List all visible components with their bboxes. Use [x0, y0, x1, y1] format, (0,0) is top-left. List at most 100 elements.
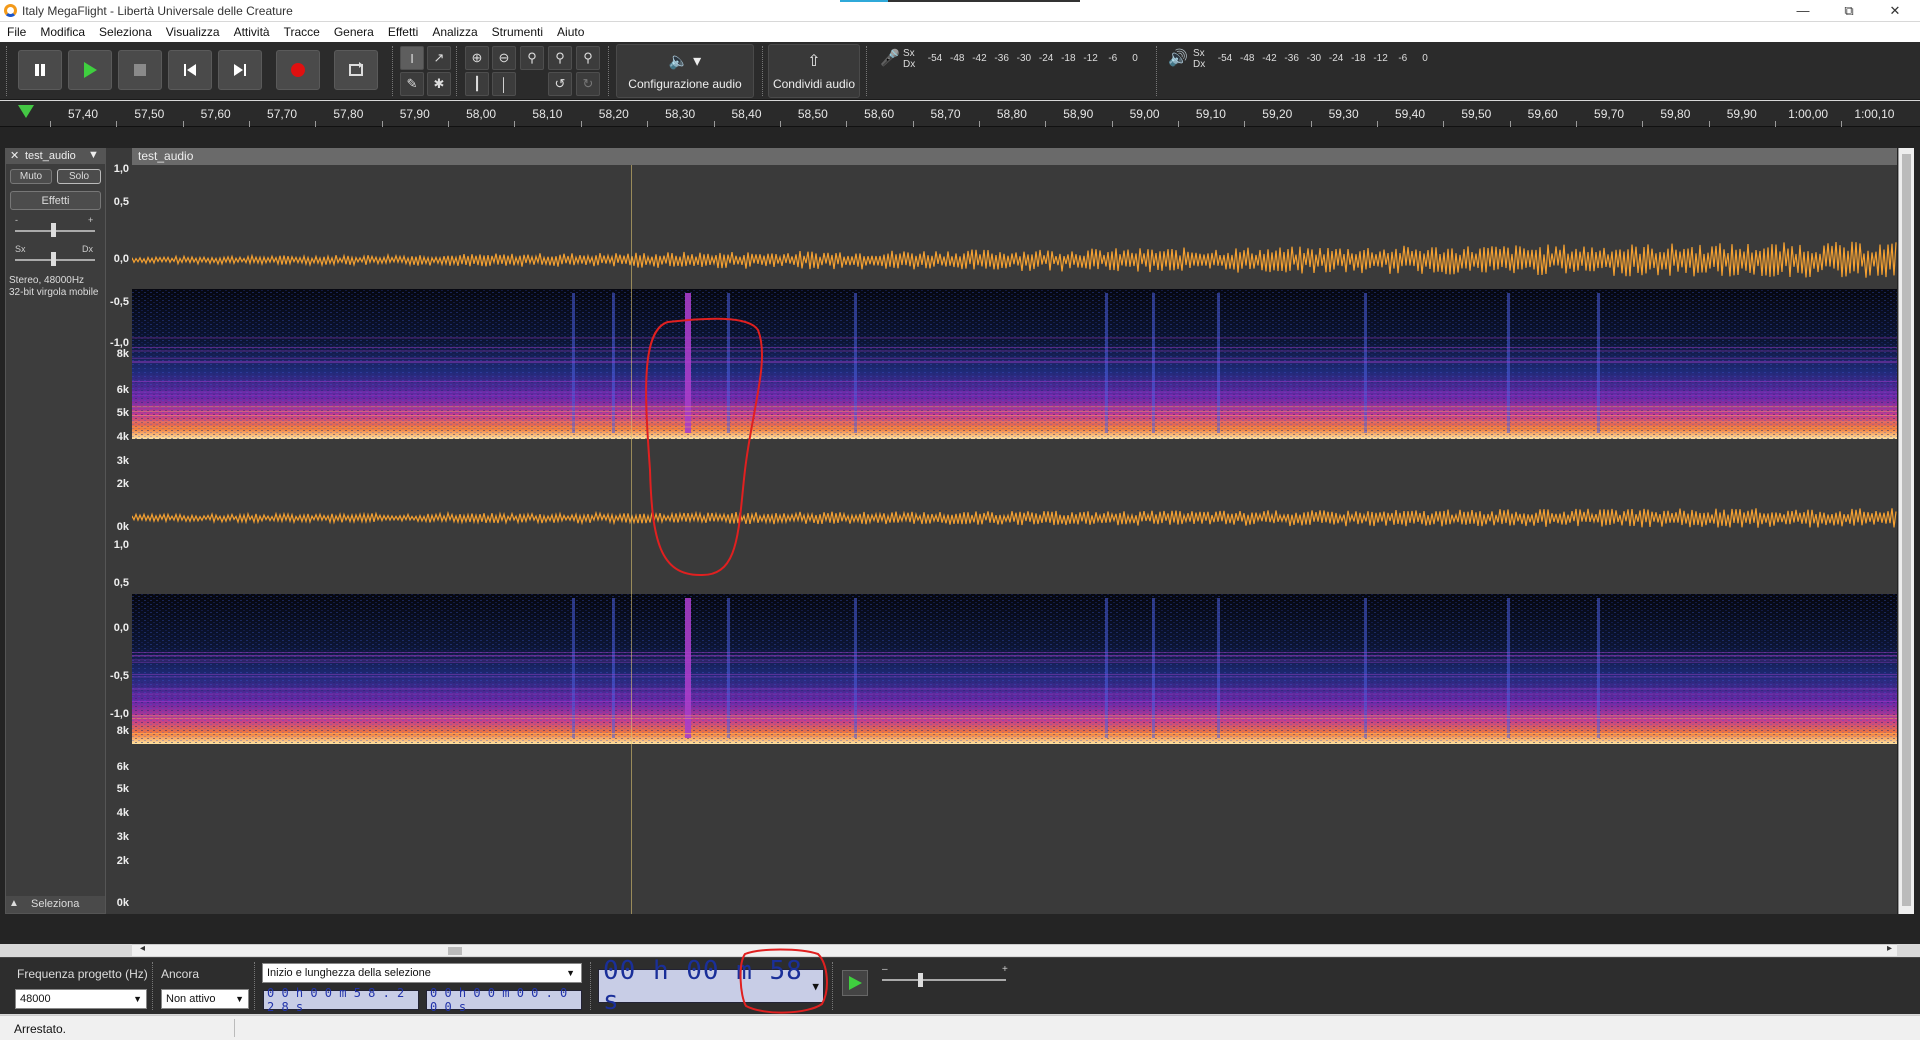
timeline-ruler[interactable]: 57,40 57,50 57,60 57,70 57,80 57,90 58,00 58,10… [0, 101, 1920, 127]
speed-slider-thumb[interactable] [918, 973, 923, 987]
meter-scale-label: -12 [1373, 53, 1388, 64]
play-speed-slider[interactable]: – + [876, 964, 1014, 994]
pan-right-label: Dx [82, 244, 93, 254]
envelope-tool-icon[interactable]: ↗ [427, 46, 451, 70]
spectrogram-harmonic [132, 357, 1897, 359]
vertical-ruler: 1,0 0,5 0,0 -0,5 -1,0 1,0 0,5 0,0 -0,5 -1,0 8k 6k 5k… [106, 148, 132, 914]
meter-scale-label: -42 [972, 53, 987, 64]
solo-button[interactable]: Solo [57, 169, 101, 184]
menu-analizza[interactable]: Analizza [432, 25, 477, 39]
selection-start-time[interactable]: 0 0 h 0 0 m 5 8 . 2 2 8 s [263, 986, 419, 1014]
menu-tracce[interactable]: Tracce [284, 25, 320, 39]
zoom-toggle-icon[interactable]: ⚲ [576, 46, 600, 70]
snap-select[interactable]: Non attivo ▼ [161, 989, 249, 1009]
close-track-icon[interactable]: ✕ [10, 149, 19, 162]
select-tool-icon[interactable]: I [400, 46, 424, 70]
waveform-spectrogram-view[interactable] [132, 148, 1897, 914]
ruler-tick-label: 59,90 [1726, 107, 1757, 121]
microphone-icon[interactable]: 🎤 [880, 48, 900, 68]
chevron-down-icon: ▼ [133, 994, 142, 1004]
gain-slider-thumb[interactable] [51, 223, 56, 237]
menu-modifica[interactable]: Modifica [40, 25, 85, 39]
undo-icon[interactable]: ↺ [548, 72, 572, 96]
collapse-icon[interactable]: ▲ [9, 898, 19, 909]
trim-icon[interactable]: ┃ [465, 72, 489, 96]
meter-scale-label: -36 [1284, 53, 1299, 64]
scroll-right-icon[interactable]: ▸ [1887, 943, 1892, 954]
window-title: Italy MegaFlight - Libertà Universale de… [22, 4, 293, 18]
pause-button[interactable] [18, 50, 62, 90]
ruler-tick-label: 57,40 [67, 107, 99, 121]
snap-value: Non attivo [166, 993, 216, 1005]
horizontal-scrollbar[interactable]: ◂ ▸ [132, 943, 1897, 956]
selection-mode-select[interactable]: Inizio e lunghezza della selezione ▼ [262, 963, 582, 983]
share-audio-button[interactable]: ⇧ Condividi audio [768, 44, 860, 98]
spectrogram-harmonic [132, 718, 1897, 719]
skip-end-button[interactable] [218, 50, 262, 90]
track-sample-format: 32-bit virgola mobile [9, 287, 99, 298]
skip-start-button[interactable] [168, 50, 212, 90]
pan-slider-thumb[interactable] [51, 252, 56, 266]
track-format-info: Stereo, 48000Hz [9, 275, 85, 286]
audio-setup-button[interactable]: 🔈 ▾ Configurazione audio [616, 44, 754, 98]
stop-button[interactable] [118, 50, 162, 90]
menu-file[interactable]: File [7, 25, 26, 39]
spectrogram-harmonic [132, 347, 1897, 348]
fit-selection-icon[interactable]: ⚲ [520, 46, 544, 70]
multi-tool-icon[interactable]: ✱ [427, 72, 451, 96]
ruler-tick-label: 59,50 [1461, 107, 1492, 121]
select-track-button[interactable]: ▲ Seleziona [6, 896, 105, 913]
close-icon[interactable]: ✕ [1872, 0, 1918, 21]
vertical-scrollbar-thumb[interactable] [1902, 154, 1911, 906]
play-button[interactable] [68, 50, 112, 90]
audio-position-display[interactable]: 00 h 00 m 58 s ▼ [598, 956, 824, 1016]
meter-scale-label: 0 [1132, 53, 1138, 64]
ruler-tick-label: 58,30 [665, 107, 696, 121]
playback-speaker-icon[interactable]: 🔊 [1168, 48, 1188, 68]
menu-attivita[interactable]: Attività [234, 25, 270, 39]
redo-icon[interactable]: ↻ [576, 72, 600, 96]
ruler-tick-label: 58,80 [996, 107, 1027, 121]
zoom-in-icon[interactable]: ⊕ [465, 46, 489, 70]
menu-visualizza[interactable]: Visualizza [166, 25, 220, 39]
zoom-out-icon[interactable]: ⊖ [492, 46, 516, 70]
draw-tool-icon[interactable]: ✎ [400, 72, 424, 96]
menu-genera[interactable]: Genera [334, 25, 374, 39]
silence-icon[interactable]: │ [492, 72, 516, 96]
fit-project-icon[interactable]: ⚲ [548, 46, 572, 70]
record-button[interactable] [276, 50, 320, 90]
menu-seleziona[interactable]: Seleziona [99, 25, 152, 39]
mute-button[interactable]: Muto [10, 169, 52, 184]
loop-button[interactable] [334, 50, 378, 90]
ruler-tick-label: 1:00,10 [1854, 107, 1895, 121]
minimize-icon[interactable]: — [1780, 0, 1826, 21]
chevron-down-icon: ▼ [812, 979, 820, 993]
playback-meter[interactable]: Sx Dx -54 -48 -42 -36 -30 -24 -18 -12 -6 0 [1193, 48, 1439, 70]
selection-length-time[interactable]: 0 0 h 0 0 m 0 0 . 0 0 0 s [426, 986, 582, 1014]
frequency-label: 3k [116, 455, 129, 467]
play-at-speed-button[interactable] [842, 970, 868, 996]
project-rate-label: Frequenza progetto (Hz) [17, 967, 148, 981]
menu-strumenti[interactable]: Strumenti [492, 25, 543, 39]
clip-title-bar[interactable]: test_audio [132, 148, 1897, 165]
frequency-label: 4k [116, 807, 129, 819]
menu-effetti[interactable]: Effetti [388, 25, 418, 39]
spectrogram-harmonic [132, 421, 1897, 423]
app-logo-icon [4, 4, 17, 17]
menu-aiuto[interactable]: Aiuto [557, 25, 584, 39]
effects-button[interactable]: Effetti [10, 191, 101, 210]
ruler-tick-label: 59,40 [1394, 107, 1426, 121]
meter-scale-label: -18 [1351, 53, 1366, 64]
track-name-menu[interactable]: test_audio [25, 150, 76, 162]
scroll-left-icon[interactable]: ◂ [140, 943, 145, 954]
horizontal-scrollbar-thumb[interactable] [448, 947, 462, 955]
chevron-down-icon[interactable]: ▼ [88, 149, 99, 161]
amplitude-label: 0,5 [113, 196, 129, 208]
record-meter[interactable]: Sx Dx -54 -48 -42 -36 -30 -24 -18 -12 -6 0 [903, 48, 1149, 70]
frequency-label: 6k [116, 761, 129, 773]
spectrogram-harmonic [132, 655, 1897, 657]
vertical-scrollbar[interactable] [1898, 148, 1914, 914]
project-rate-select[interactable]: 48000 ▼ [15, 989, 147, 1009]
restore-icon[interactable]: ⧉ [1826, 0, 1872, 21]
speed-minus-icon: – [882, 964, 888, 975]
